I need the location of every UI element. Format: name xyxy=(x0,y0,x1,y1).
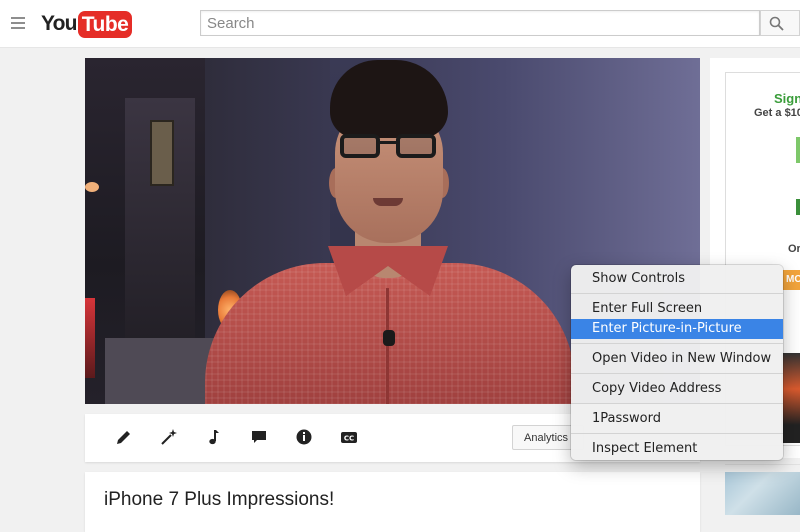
video-info-card: iPhone 7 Plus Impressions! xyxy=(85,472,700,532)
svg-text:CC: CC xyxy=(344,435,354,443)
cc-icon[interactable]: CC xyxy=(339,427,361,449)
sidebar-divider xyxy=(725,464,800,465)
pencil-icon[interactable] xyxy=(114,427,136,449)
menu-item-1password[interactable]: 1Password xyxy=(571,409,783,429)
wall-frame xyxy=(150,120,174,186)
presenter xyxy=(205,58,585,404)
menu-item-inspect-element[interactable]: Inspect Element xyxy=(571,439,783,459)
menu-item-copy-video-address[interactable]: Copy Video Address xyxy=(571,379,783,399)
ad-title: Sign xyxy=(774,91,800,106)
ad-or-text: Or xyxy=(788,243,800,255)
search-button[interactable] xyxy=(760,10,800,36)
ad-subtitle: Get a $10 xyxy=(754,107,800,119)
logo-tube-text: Tube xyxy=(77,10,133,38)
info-icon[interactable] xyxy=(294,427,316,449)
menu-separator xyxy=(571,373,783,374)
ad-cta-button[interactable]: MC xyxy=(782,270,800,290)
youtube-logo[interactable]: You Tube xyxy=(41,10,133,38)
menu-separator xyxy=(571,433,783,434)
menu-item-show-controls[interactable]: Show Controls xyxy=(571,269,783,289)
menu-separator xyxy=(571,293,783,294)
video-title: iPhone 7 Plus Impressions! xyxy=(104,489,335,510)
guide-menu-icon[interactable] xyxy=(11,17,25,29)
menu-separator xyxy=(571,343,783,344)
logo-you-text: You xyxy=(41,12,78,35)
related-video-thumbnail[interactable] xyxy=(725,472,800,515)
masthead: You Tube xyxy=(0,0,800,48)
video-context-menu: Show Controls Enter Full Screen Enter Pict… xyxy=(571,265,783,460)
search-icon xyxy=(769,16,784,31)
menu-separator xyxy=(571,403,783,404)
magic-wand-icon[interactable] xyxy=(159,427,181,449)
menu-item-enter-full-screen[interactable]: Enter Full Screen xyxy=(571,299,783,319)
music-note-icon[interactable] xyxy=(204,427,226,449)
search-input[interactable] xyxy=(200,10,760,36)
lapel-mic xyxy=(383,330,395,346)
ad-thumbnail xyxy=(781,353,800,443)
menu-item-enter-picture-in-picture[interactable]: Enter Picture-in-Picture xyxy=(571,319,783,339)
comment-icon[interactable] xyxy=(249,427,271,449)
menu-item-open-video-in-new-window[interactable]: Open Video in New Window xyxy=(571,349,783,369)
